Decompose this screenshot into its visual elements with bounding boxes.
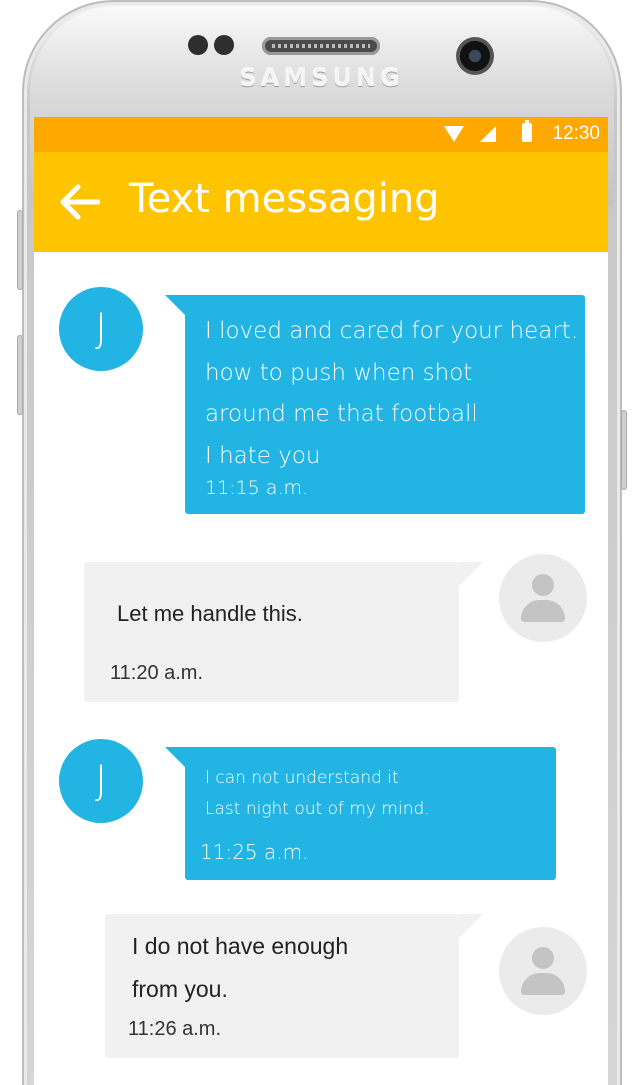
avatar-letter: J [95,758,107,804]
signal-icon [480,126,496,142]
bubble-tail [459,562,483,586]
status-bar: 12:30 [34,117,608,152]
user-avatar[interactable] [499,554,587,642]
contact-avatar[interactable]: J [59,287,143,371]
brand-logo: SAMSUNG [239,64,404,92]
app-bar: Text messaging [34,152,608,252]
message-timestamp: 11:15 a.m. [205,477,309,499]
message-bubble-incoming[interactable]: I loved and cared for your heart. how to… [185,295,585,514]
message-line: from you. [132,976,228,1002]
message-bubble-outgoing[interactable]: I do not have enough from you. 11:26 a.m… [105,914,459,1058]
status-time: 12:30 [552,123,600,144]
user-icon-head [532,947,554,969]
message-line: Let me handle this. [117,601,303,626]
user-icon-body [521,973,565,995]
message-timestamp: 11:25 a.m. [200,840,309,864]
wifi-icon [444,126,464,142]
user-icon-body [521,600,565,622]
message-timestamp: 11:26 a.m. [128,1018,222,1040]
volume-button [17,210,23,290]
avatar-letter: J [95,306,107,352]
message-line: how to push when shot [205,360,473,386]
message-timestamp: 11:20 a.m. [110,662,204,684]
message-bubble-incoming[interactable]: I can not understand it Last night out o… [185,747,556,880]
message-line: I do not have enough [132,933,349,959]
user-icon-head [532,574,554,596]
back-arrow-icon[interactable] [58,182,100,222]
phone-screen: 12:30 Text messaging J I loved and cared… [34,117,608,1085]
contact-avatar[interactable]: J [59,739,143,823]
screenshot: SAMSUNG 12:30 Text messaging J I loved a… [0,0,643,1085]
sensor-dot-left [188,35,208,55]
bixby-button [17,335,23,415]
message-line: Last night out of my mind. [205,799,430,819]
user-avatar[interactable] [499,927,587,1015]
bubble-tail [459,914,483,938]
message-line: around me that football [205,401,478,427]
battery-icon [522,120,532,142]
earpiece-speaker [262,37,380,55]
page-title: Text messaging [129,176,440,222]
power-button [621,410,627,490]
message-line: I hate you [205,443,321,469]
message-bubble-outgoing[interactable]: Let me handle this. 11:20 a.m. [84,562,459,702]
sensor-dot-right [214,35,234,55]
message-line: I can not understand it [205,768,399,788]
message-line: I loved and cared for your heart. [205,318,579,344]
